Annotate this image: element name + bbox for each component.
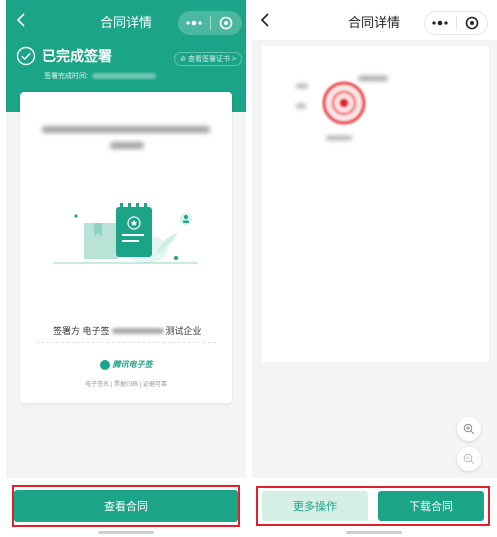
mini-program-capsule <box>178 11 242 35</box>
check-circle-icon <box>16 46 36 66</box>
signer-prefix: 签署方 电子签 <box>53 326 110 336</box>
status-title: 已完成签署 <box>42 48 112 64</box>
redacted-signer <box>111 327 164 334</box>
page-title: 合同详情 <box>99 15 152 30</box>
nav-bar: 合同详情 <box>252 0 497 40</box>
brand-tagline: 电子签名 | 票据归档 | 证据可靠 <box>85 382 167 388</box>
redacted-text <box>296 84 308 88</box>
divider <box>36 342 216 343</box>
brand-logo: 腾讯电子签 <box>20 359 232 370</box>
signer-row: 签署方 电子签 测试企业 <box>53 324 202 337</box>
view-certificate-link[interactable]: ⊘ 查看签署证书 > <box>174 52 242 66</box>
contract-preview-screen: 合同详情 更多操作 下载合同 <box>252 0 497 537</box>
contract-completed-screen: 合同详情 已完成签署 ⊘ 查看签署证书 > 签署完成时间: 签署方 电子签 测试… <box>6 0 246 537</box>
brand-name: 腾讯电子签 <box>112 360 153 369</box>
more-dots-icon[interactable] <box>425 20 456 26</box>
redacted-contract-title <box>110 142 144 149</box>
zoom-in-icon[interactable] <box>457 417 481 441</box>
stamp-icon <box>322 81 366 125</box>
redacted-text <box>296 104 306 108</box>
contract-card[interactable]: 签署方 电子签 测试企业 腾讯电子签 电子签名 | 票据归档 | 证据可靠 <box>20 92 232 403</box>
nav-bar: 合同详情 <box>6 0 246 40</box>
record-icon[interactable] <box>211 16 243 30</box>
brand-icon <box>99 359 110 370</box>
redacted-text <box>326 136 352 140</box>
chevron-left-icon[interactable] <box>14 12 30 28</box>
record-icon[interactable] <box>457 16 488 30</box>
home-indicator <box>98 531 154 534</box>
mini-program-capsule <box>424 11 488 35</box>
zoom-out-icon[interactable] <box>457 447 481 471</box>
page-title: 合同详情 <box>347 15 400 30</box>
more-dots-icon[interactable] <box>178 20 210 26</box>
sign-time: 签署完成时间: <box>44 71 156 81</box>
highlight-box <box>256 486 490 526</box>
home-indicator <box>346 531 402 534</box>
redacted-time <box>91 73 156 80</box>
contract-illustration <box>54 203 198 264</box>
sign-time-label: 签署完成时间: <box>44 73 88 80</box>
highlight-box <box>12 485 240 527</box>
status-row: 已完成签署 <box>16 46 112 66</box>
signer-suffix: 测试企业 <box>165 326 202 336</box>
chevron-left-icon[interactable] <box>258 12 274 28</box>
contract-document-preview[interactable] <box>262 46 489 362</box>
redacted-contract-title <box>42 126 210 133</box>
